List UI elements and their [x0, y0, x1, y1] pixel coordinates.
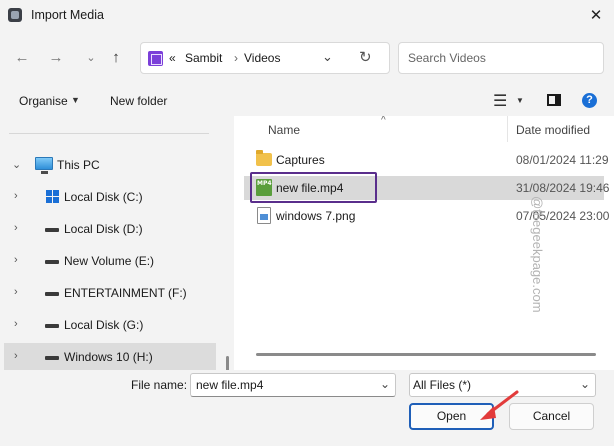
arrow-right-icon[interactable]: → — [45, 47, 67, 69]
close-icon[interactable]: ✕ — [587, 7, 605, 25]
chevron-right-icon[interactable]: › — [14, 286, 18, 298]
videos-folder-icon — [148, 51, 163, 66]
sidebar-item-entertainment-f[interactable]: › ENTERTAINMENT (F:) — [4, 279, 216, 307]
chevron-down-icon[interactable]: ⌄ — [580, 377, 590, 391]
windows-drive-icon — [46, 190, 60, 204]
pc-icon — [35, 157, 53, 174]
arrow-up-icon[interactable]: ↑ — [105, 47, 127, 69]
highlight-box — [250, 172, 377, 203]
chevron-right-icon[interactable]: › — [14, 222, 18, 234]
sidebar-item-label: Local Disk (D:) — [64, 222, 143, 236]
nav-divider — [9, 133, 209, 134]
list-item[interactable]: windows 7.png 07/05/2024 23:00 — [244, 204, 609, 228]
view-list-icon[interactable]: ☰ — [493, 91, 507, 111]
organise-chevron-icon[interactable]: ▼ — [71, 95, 80, 105]
breadcrumb-videos[interactable]: Videos — [244, 51, 280, 65]
column-divider[interactable] — [507, 116, 508, 142]
watermark: @thegeekpage.com — [530, 196, 545, 313]
chevron-down-icon[interactable]: ⌄ — [380, 377, 390, 391]
folder-icon — [256, 150, 272, 166]
sidebar-item-label: This PC — [57, 158, 100, 172]
organise-button[interactable]: Organise — [19, 94, 68, 108]
file-name-value[interactable]: new file.mp4 — [196, 378, 263, 392]
drive-icon — [45, 356, 59, 360]
file-date: 31/08/2024 19:46 — [516, 181, 610, 195]
file-name-label: File name: — [131, 378, 188, 392]
sidebar-item-label: ENTERTAINMENT (F:) — [64, 286, 187, 300]
sidebar-item-label: Local Disk (G:) — [64, 318, 144, 332]
view-options-chevron-icon[interactable]: ▼ — [516, 96, 524, 105]
window-title: Import Media — [31, 8, 104, 22]
sidebar-item-local-disk-c[interactable]: › Local Disk (C:) — [4, 183, 216, 211]
refresh-icon[interactable]: ↻ — [359, 48, 372, 66]
file-type-value[interactable]: All Files (*) — [413, 378, 471, 392]
file-name-field[interactable]: new file.mp4 ⌄ — [190, 373, 396, 397]
chevron-right-icon[interactable]: › — [14, 318, 18, 330]
sidebar-item-this-pc[interactable]: ⌄ This PC — [4, 151, 216, 179]
new-folder-button[interactable]: New folder — [110, 94, 167, 108]
arrow-annotation-icon — [480, 390, 519, 420]
horizontal-scrollbar[interactable] — [256, 353, 596, 356]
arrow-left-icon[interactable]: ← — [11, 47, 33, 69]
sidebar-item-windows-10-h[interactable]: › Windows 10 (H:) — [4, 343, 216, 370]
chevron-right-icon[interactable]: › — [14, 350, 18, 362]
file-date: 08/01/2024 11:29 — [516, 153, 609, 167]
chevron-right-icon[interactable]: › — [14, 190, 18, 202]
sort-ascending-icon: ^ — [381, 116, 386, 126]
drive-icon — [45, 324, 59, 328]
address-bar[interactable]: « Sambit › Videos ⌄ ↻ — [140, 42, 390, 74]
drive-icon — [45, 260, 59, 264]
sidebar-item-label: New Volume (E:) — [64, 254, 155, 268]
title-bar: Import Media ✕ — [0, 0, 614, 32]
drive-icon — [45, 292, 59, 296]
sidebar-item-label: Windows 10 (H:) — [64, 350, 153, 364]
sidebar-item-label: Local Disk (C:) — [64, 190, 143, 204]
breadcrumb-sambit[interactable]: Sambit — [185, 51, 222, 65]
file-list: ^ Name Date modified Captures 08/01/2024… — [234, 116, 614, 370]
sidebar-item-local-disk-d[interactable]: › Local Disk (D:) — [4, 215, 216, 243]
file-name: Captures — [276, 153, 325, 167]
address-dropdown-icon[interactable]: ⌄ — [322, 49, 333, 65]
sidebar-item-new-volume-e[interactable]: › New Volume (E:) — [4, 247, 216, 275]
drive-icon — [45, 228, 59, 232]
app-icon — [8, 8, 22, 22]
list-item[interactable]: Captures 08/01/2024 11:29 — [244, 148, 609, 172]
search-input[interactable]: Search Videos — [408, 51, 486, 65]
breadcrumb-overflow[interactable]: « — [169, 51, 176, 65]
expand-chevron-icon[interactable]: ⌄ — [12, 158, 21, 171]
help-icon[interactable]: ? — [582, 93, 597, 108]
nav-scrollbar[interactable] — [226, 356, 229, 370]
preview-pane-icon[interactable] — [547, 94, 561, 106]
sidebar-item-local-disk-g[interactable]: › Local Disk (G:) — [4, 311, 216, 339]
command-bar: Organise ▼ New folder ☰ ▼ ? — [0, 86, 614, 116]
chevron-down-icon[interactable]: ⌄ — [80, 47, 102, 69]
column-header-date[interactable]: Date modified — [516, 123, 590, 137]
column-header-name[interactable]: Name — [268, 123, 300, 137]
search-box[interactable]: Search Videos — [398, 42, 604, 74]
chevron-right-icon[interactable]: › — [14, 254, 18, 266]
file-name: windows 7.png — [276, 209, 356, 223]
navigation-pane: ⌄ This PC › Local Disk (C:) › Local Disk… — [0, 116, 232, 370]
breadcrumb-separator: › — [234, 51, 238, 65]
png-file-icon — [257, 207, 271, 224]
